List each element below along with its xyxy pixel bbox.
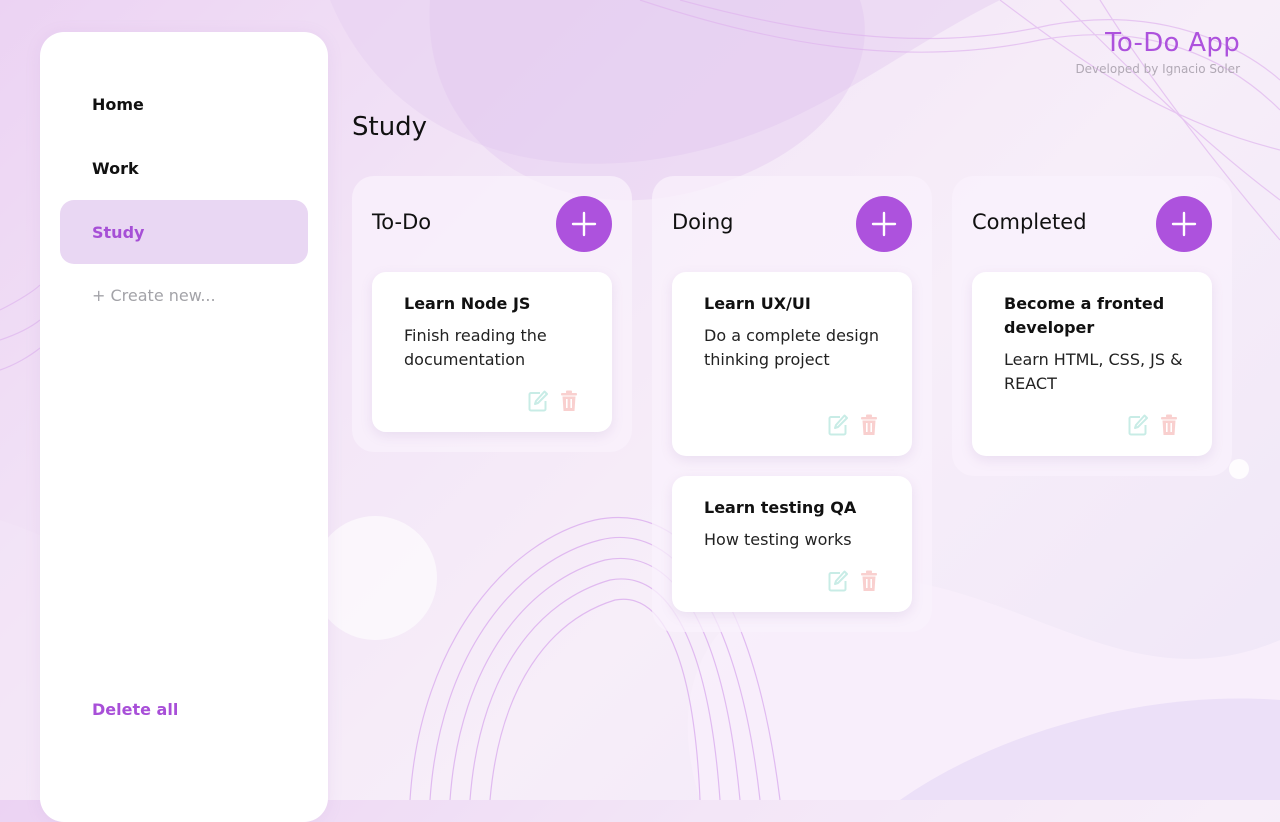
task-description: How testing works [704, 530, 852, 549]
edit-icon[interactable] [828, 414, 848, 436]
column-title: Completed [972, 210, 1087, 234]
sidebar: Home Work Study + Create new... Delete a… [40, 32, 328, 822]
plus-icon [571, 211, 597, 237]
task-actions [828, 570, 880, 592]
sidebar-item-home[interactable]: Home [60, 72, 308, 136]
app-header: To-Do App Developed by Ignacio Soler [1075, 28, 1240, 76]
trash-icon[interactable] [1160, 414, 1180, 436]
task-card[interactable]: Become a fronted developer Learn HTML, C… [972, 272, 1212, 456]
task-card[interactable]: Learn Node JS Finish reading the documen… [372, 272, 612, 432]
task-title: Learn testing QA [704, 498, 857, 517]
trash-icon[interactable] [860, 414, 880, 436]
task-actions [1128, 414, 1180, 436]
trash-icon[interactable] [560, 390, 580, 412]
create-new-link[interactable]: + Create new... [92, 286, 216, 305]
app-subtitle: Developed by Ignacio Soler [1075, 62, 1240, 76]
add-task-button[interactable] [856, 196, 912, 252]
sidebar-item-label: Study [92, 222, 145, 242]
sidebar-item-label: Home [92, 94, 144, 114]
column-completed: Completed Become a fronted developer Lea… [952, 176, 1232, 476]
task-title: Learn UX/UI [704, 294, 811, 313]
task-card[interactable]: Learn testing QA How testing works [672, 476, 912, 612]
app-title: To-Do App [1105, 28, 1240, 58]
edit-icon[interactable] [1128, 414, 1148, 436]
task-card[interactable]: Learn UX/UI Do a complete design thinkin… [672, 272, 912, 456]
trash-icon[interactable] [860, 570, 880, 592]
column-title: Doing [672, 210, 734, 234]
delete-all-button[interactable]: Delete all [92, 700, 178, 719]
sidebar-item-work[interactable]: Work [60, 136, 308, 200]
task-description: Finish reading the documentation [404, 326, 547, 369]
plus-icon [871, 211, 897, 237]
task-description: Learn HTML, CSS, JS & REACT [1004, 350, 1183, 393]
sidebar-item-label: Work [92, 158, 139, 178]
task-title: Learn Node JS [404, 294, 531, 313]
task-title: Become a fronted developer [1004, 294, 1165, 337]
edit-icon[interactable] [828, 570, 848, 592]
column-doing: Doing Learn UX/UI Do a complete design t… [652, 176, 932, 632]
edit-icon[interactable] [528, 390, 548, 412]
task-actions [828, 414, 880, 436]
sidebar-item-study[interactable]: Study [60, 200, 308, 264]
task-actions [528, 390, 580, 412]
column-title: To-Do [372, 210, 432, 234]
add-task-button[interactable] [556, 196, 612, 252]
column-todo: To-Do Learn Node JS Finish reading the d… [352, 176, 632, 452]
add-task-button[interactable] [1156, 196, 1212, 252]
plus-icon [1171, 211, 1197, 237]
page-title: Study [352, 112, 428, 142]
task-description: Do a complete design thinking project [704, 326, 879, 369]
